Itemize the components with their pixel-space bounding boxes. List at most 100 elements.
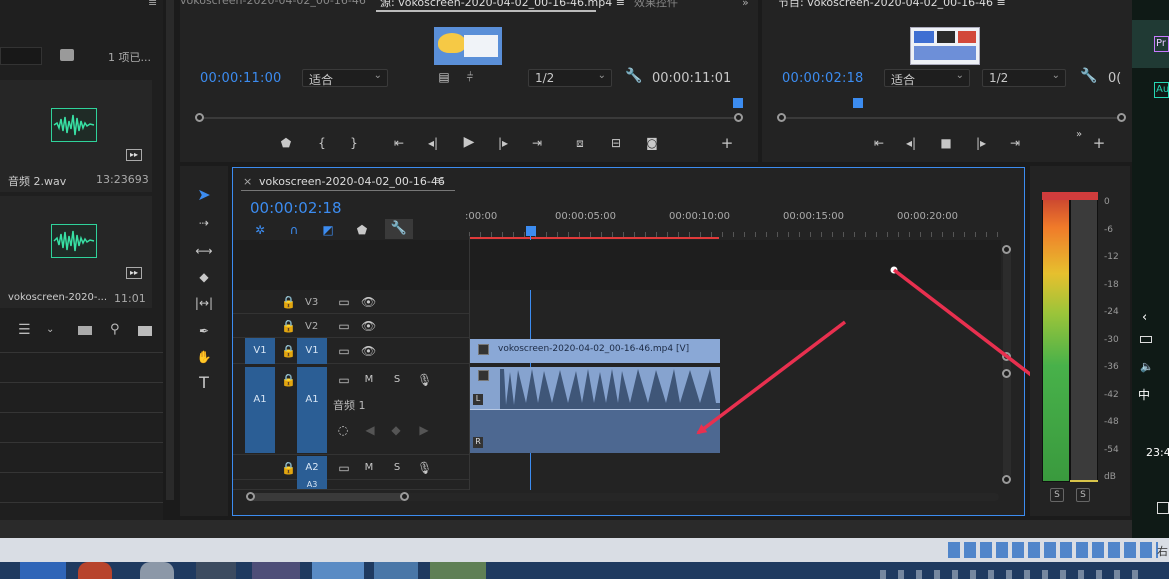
drag-audio-video-icon[interactable]: ⫩: [462, 70, 478, 84]
camera-icon[interactable]: ◙: [644, 136, 660, 150]
pen-tool-icon[interactable]: ✒: [194, 324, 214, 338]
scrubber-start-handle[interactable]: [195, 113, 204, 122]
linked-selection-icon[interactable]: ◩: [321, 223, 335, 237]
mute-button[interactable]: M: [363, 373, 375, 387]
taskbar-app-4[interactable]: [196, 562, 236, 579]
hand-tool-icon[interactable]: ✋: [194, 350, 214, 364]
voiceover-mic-icon[interactable]: 🎙: [417, 461, 432, 475]
source-patch-a1[interactable]: A1: [245, 367, 275, 453]
toggle-output-icon[interactable]: ▭: [337, 344, 351, 358]
vertical-scrollbar[interactable]: [166, 0, 174, 500]
stop-icon[interactable]: ■: [940, 136, 952, 150]
voiceover-mic-icon[interactable]: 🎙: [417, 373, 432, 387]
add-marker-icon[interactable]: ⬟: [280, 136, 292, 150]
eye-icon[interactable]: 👁: [361, 344, 376, 358]
timeline-playhead-handle[interactable]: [526, 226, 536, 236]
go-to-out-icon[interactable]: ⇥: [530, 136, 544, 150]
insert-icon[interactable]: ⧈: [572, 136, 588, 150]
toggle-output-icon[interactable]: ▭: [337, 319, 351, 333]
nest-icon[interactable]: ✲: [253, 223, 267, 237]
solo-left-button[interactable]: S: [1050, 488, 1064, 502]
panel-expand-icon[interactable]: »: [1074, 128, 1084, 142]
vscroll-top-handle[interactable]: [1002, 245, 1011, 254]
hscroll-left-handle[interactable]: [246, 492, 255, 501]
close-tab-icon[interactable]: ×: [243, 175, 252, 188]
mute-button[interactable]: M: [363, 461, 375, 475]
project-item-video[interactable]: ▸▸ vokoscreen-2020-... 11:01: [0, 196, 152, 308]
export-frame-icon[interactable]: ▤: [438, 70, 450, 84]
add-button-icon[interactable]: +: [720, 136, 734, 151]
track-target-v1[interactable]: V1: [297, 338, 327, 364]
program-fit-dropdown[interactable]: 适合 ⌄: [884, 69, 970, 87]
program-tab[interactable]: 节目: vokoscreen-2020-04-02_00-16-46 ≡: [778, 0, 1006, 10]
ripple-edit-tool-icon[interactable]: ⟷: [194, 244, 214, 258]
step-forward-icon[interactable]: |▸: [974, 136, 988, 150]
sequence-menu-icon[interactable]: ≡: [435, 174, 444, 187]
timeline-vertical-scrollbar[interactable]: [1003, 246, 1011, 478]
list-view-icon[interactable]: ☰: [18, 322, 31, 338]
step-back-icon[interactable]: ◂|: [904, 136, 918, 150]
tab-left[interactable]: vokoscreen-2020-04-02_00-16-46: [180, 0, 366, 7]
panel-menu-icon[interactable]: »: [742, 0, 749, 9]
add-marker-icon[interactable]: ⬟: [355, 223, 369, 237]
mark-in-icon[interactable]: {: [316, 136, 328, 150]
next-keyframe-icon[interactable]: ▶: [419, 423, 429, 437]
new-bin-icon[interactable]: [60, 49, 74, 61]
taskbar-app-8[interactable]: [430, 562, 486, 579]
add-button-icon[interactable]: +: [1092, 136, 1106, 151]
freeform-view-icon[interactable]: [78, 326, 92, 335]
overwrite-icon[interactable]: ⊟: [608, 136, 624, 150]
solo-button[interactable]: S: [391, 461, 403, 475]
step-back-icon[interactable]: ◂|: [426, 136, 440, 150]
track-target-a2[interactable]: A2: [297, 456, 327, 480]
project-search-input[interactable]: [0, 47, 42, 65]
vscroll-mid-handle-2[interactable]: [1002, 369, 1011, 378]
source-scrubber[interactable]: [200, 117, 738, 119]
audio-clip[interactable]: L R: [470, 367, 720, 453]
vscroll-mid-handle[interactable]: [1002, 352, 1011, 361]
go-to-in-icon[interactable]: ⇤: [872, 136, 886, 150]
speaker-icon[interactable]: 🔈: [1140, 360, 1154, 373]
work-area-bar[interactable]: [469, 237, 719, 239]
volume-knob-icon[interactable]: ◌: [337, 423, 349, 437]
tab-effect-controls[interactable]: 效果控件: [634, 0, 678, 10]
playhead-marker[interactable]: [853, 98, 863, 108]
step-forward-icon[interactable]: |▸: [496, 136, 510, 150]
track-select-tool-icon[interactable]: ⇢: [194, 216, 214, 230]
source-patch-v1[interactable]: V1: [245, 338, 275, 364]
scrubber-end-handle[interactable]: [1117, 113, 1126, 122]
scrubber-end-handle[interactable]: [734, 113, 743, 122]
tray-chevron-icon[interactable]: ‹: [1142, 310, 1147, 325]
source-fit-dropdown[interactable]: 适合 ⌄: [302, 69, 388, 87]
settings-wrench-icon[interactable]: 🔧: [1080, 69, 1097, 83]
taskbar-app-1[interactable]: [20, 562, 66, 579]
slip-tool-icon[interactable]: |↔|: [194, 296, 214, 310]
selection-tool-icon[interactable]: ➤: [194, 187, 214, 203]
hscroll-thumb[interactable]: [249, 493, 405, 501]
search-icon[interactable]: ⚲: [110, 322, 120, 337]
taskbar-app-6[interactable]: [312, 562, 364, 579]
folder-icon[interactable]: [138, 326, 152, 336]
eye-icon[interactable]: 👁: [361, 295, 376, 309]
lock-icon[interactable]: 🔒: [281, 373, 296, 387]
timeline-timecode[interactable]: 00:00:02:18: [250, 199, 342, 217]
prev-keyframe-icon[interactable]: ◀: [365, 423, 375, 437]
toggle-output-icon[interactable]: ▭: [337, 461, 351, 475]
audition-app-icon[interactable]: Au: [1154, 82, 1169, 98]
taskbar-app-7[interactable]: [374, 562, 418, 579]
track-target-a3[interactable]: A3: [297, 480, 327, 489]
playhead-marker[interactable]: [733, 98, 743, 108]
ime-indicator[interactable]: 中: [1138, 386, 1150, 403]
play-icon[interactable]: ▶: [462, 135, 476, 149]
vscroll-bottom-handle[interactable]: [1002, 475, 1011, 484]
go-to-out-icon[interactable]: ⇥: [1008, 136, 1022, 150]
premiere-app-icon[interactable]: Pr: [1154, 36, 1169, 52]
settings-wrench-icon[interactable]: 🔧: [625, 69, 642, 83]
source-resolution-dropdown[interactable]: 1/2 ⌄: [528, 69, 612, 87]
go-to-in-icon[interactable]: ⇤: [392, 136, 406, 150]
taskbar-app-settings[interactable]: [140, 562, 174, 579]
program-timecode[interactable]: 00:00:02:18: [782, 71, 864, 86]
timeline-settings-button[interactable]: 🔧: [385, 219, 413, 239]
taskbar-app-chrome[interactable]: [78, 562, 112, 579]
snap-magnet-icon[interactable]: ∩: [287, 223, 301, 237]
